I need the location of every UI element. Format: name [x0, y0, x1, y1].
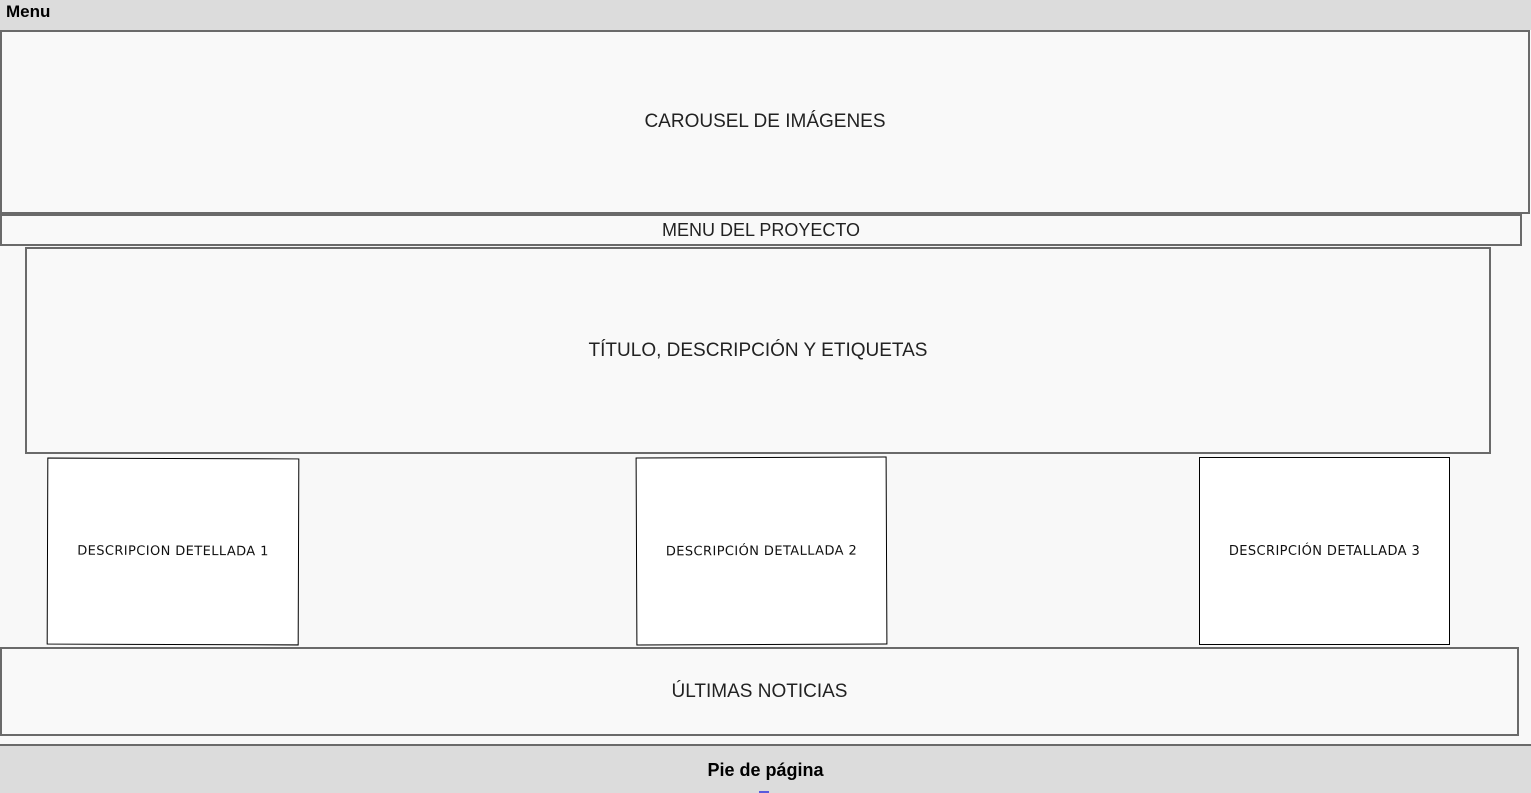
latest-news-label: ÚLTIMAS NOTICIAS [671, 680, 848, 702]
detail-card-2[interactable]: DESCRIPCIÓN DETALLADA 2 [635, 456, 888, 646]
image-carousel-box[interactable]: CAROUSEL DE IMÁGENES [0, 30, 1530, 214]
detail-card-3[interactable]: DESCRIPCIÓN DETALLADA 3 [1199, 457, 1450, 645]
detail-card-2-label: DESCRIPCIÓN DETALLADA 2 [665, 543, 858, 559]
title-description-tags-label: TÍTULO, DESCRIPCIÓN Y ETIQUETAS [588, 339, 928, 361]
footer-label: Pie de página [707, 760, 824, 780]
project-menu-box[interactable]: MENU DEL PROYECTO [0, 214, 1522, 246]
top-menu-bar[interactable]: Menu [0, 0, 1531, 30]
title-description-tags-box: TÍTULO, DESCRIPCIÓN Y ETIQUETAS [25, 247, 1491, 454]
latest-news-box[interactable]: ÚLTIMAS NOTICIAS [0, 647, 1519, 736]
page-footer: Pie de página [0, 744, 1531, 793]
top-menu-label: Menu [6, 2, 51, 21]
detail-card-3-label: DESCRIPCIÓN DETALLADA 3 [1228, 543, 1421, 559]
detail-card-1-label: DESCRIPCION DETELLADA 1 [77, 543, 269, 560]
project-menu-label: MENU DEL PROYECTO [661, 219, 861, 240]
image-carousel-label: CAROUSEL DE IMÁGENES [644, 111, 886, 132]
detail-card-1[interactable]: DESCRIPCION DETELLADA 1 [46, 457, 300, 646]
wireframe-canvas: Menu CAROUSEL DE IMÁGENES MENU DEL PROYE… [0, 0, 1531, 793]
